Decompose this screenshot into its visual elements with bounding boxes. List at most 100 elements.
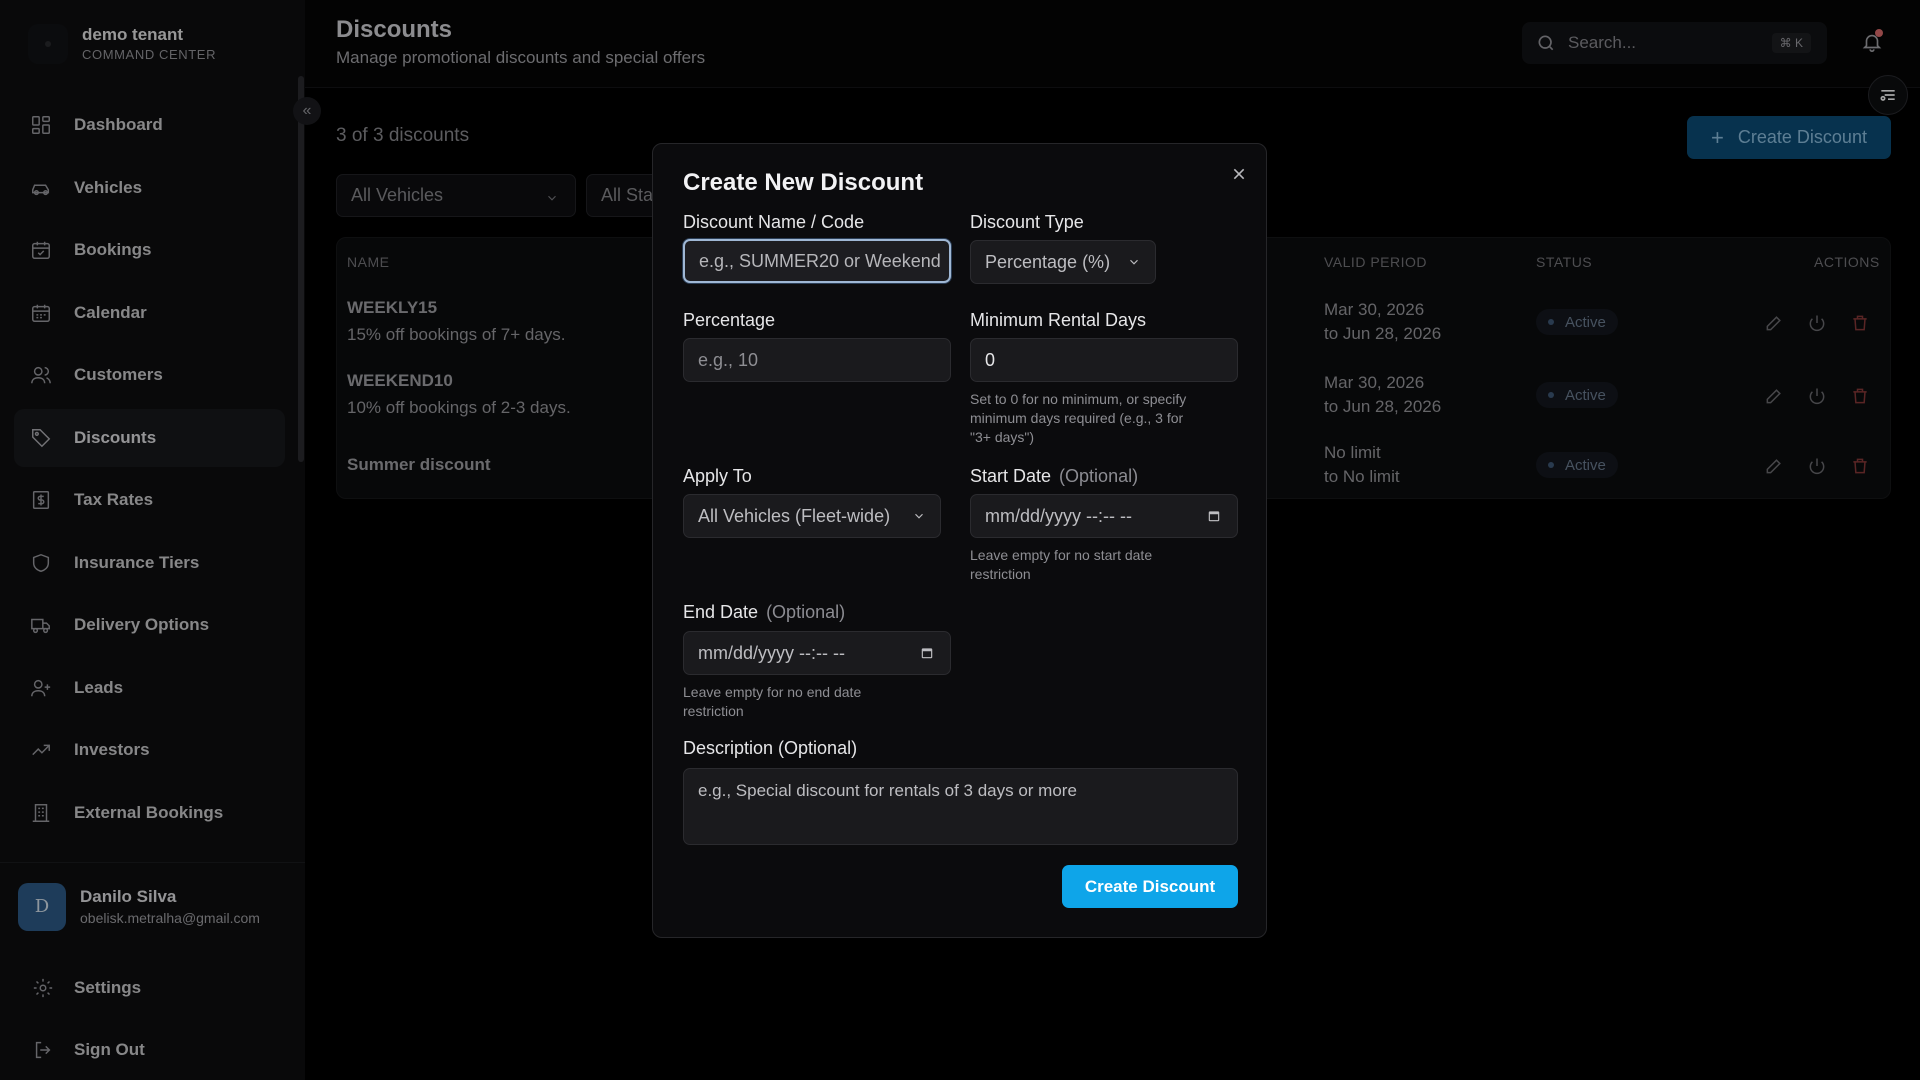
sign-out-label: Sign Out [74,1040,145,1059]
sidebar-item-calendar[interactable]: Calendar [14,284,285,342]
chevrons-left-icon: « [302,102,312,119]
car-icon [32,184,50,195]
sign-out-icon [35,1041,51,1059]
sidebar-item-label: Delivery Options [74,615,210,634]
status-badge: Active [1536,382,1618,408]
help-line: restriction [970,566,1031,582]
period-to: to Jun 28, 2026 [1324,324,1442,343]
discount-type-value: Percentage (%) [985,251,1111,272]
building-icon [32,803,50,822]
edit-icon[interactable] [1764,456,1784,476]
optional-text: (Optional) [1059,466,1139,486]
search-icon [1538,35,1554,51]
sidebar-item-label: Bookings [74,240,152,259]
discount-name-label: Discount Name / Code [683,212,865,232]
sidebar-item-vehicles[interactable]: Vehicles [14,159,285,217]
status-text: Active [1565,456,1606,474]
discount-description: 10% off bookings of 2-3 days. [347,398,571,417]
create-discount-submit-button[interactable]: Create Discount [1062,865,1238,908]
end-date-input[interactable]: mm/dd/yyyy --:-- -- [683,631,951,675]
discount-count: 3 of 3 discounts [336,125,470,146]
tag-icon [32,428,51,447]
truck-icon [31,618,50,634]
column-header-status: STATUS [1536,254,1593,270]
discount-name-input[interactable]: e.g., SUMMER20 or Weekend [683,239,951,283]
power-icon[interactable] [1807,456,1827,476]
period-from: No limit [1324,443,1381,462]
sidebar-item-customers[interactable]: Customers [14,346,285,404]
column-header-name: NAME [347,254,390,270]
column-header-actions: ACTIONS [1814,254,1880,270]
sidebar-item-label: Investors [74,740,150,759]
users-icon [31,366,51,384]
edit-icon[interactable] [1764,386,1784,406]
sidebar-item-delivery-options[interactable]: Delivery Options [14,596,285,654]
user-profile[interactable]: D Danilo Silva obelisk.metralha@gmail.co… [0,862,305,950]
description-textarea[interactable]: e.g., Special discount for rentals of 3 … [683,768,1238,845]
sidebar-item-bookings[interactable]: Bookings [14,221,285,279]
create-discount-label: Create Discount [1737,127,1867,147]
close-icon[interactable] [1231,166,1247,182]
calendar-icon [32,304,50,322]
sidebar-item-discounts[interactable]: Discounts [14,408,285,467]
calendar-icon[interactable] [1207,509,1221,523]
help-line: Set to 0 for no minimum, or specify [970,391,1187,407]
edit-icon[interactable] [1764,313,1784,333]
collapse-sidebar-button[interactable]: « [293,97,321,125]
brand-name: demo tenant [82,25,184,44]
user-name: Danilo Silva [80,886,177,906]
start-date-placeholder: mm/dd/yyyy --:-- -- [985,505,1132,526]
apply-to-value: All Vehicles (Fleet-wide) [698,505,891,526]
trash-icon[interactable] [1850,313,1870,333]
sidebar-item-label: Vehicles [74,177,143,197]
create-discount-button[interactable]: + Create Discount [1687,116,1891,159]
power-icon[interactable] [1807,313,1827,333]
apply-to-label: Apply To [683,466,752,486]
start-date-input[interactable]: mm/dd/yyyy --:-- -- [970,494,1238,538]
notification-badge [1875,29,1883,37]
plus-icon: + [1711,124,1724,150]
sidebar-item-insurance-tiers[interactable]: Insurance Tiers [14,534,285,592]
help-line: "3+ days") [970,429,1035,445]
sign-out-button[interactable]: Sign Out [14,1024,285,1076]
discount-type-select[interactable]: Percentage (%) [970,240,1156,284]
calendar-icon[interactable] [920,646,934,660]
sidebar-item-tax-rates[interactable]: Tax Rates [14,471,285,529]
sidebar-item-label: Dashboard [74,115,163,134]
sidebar-scrollbar[interactable] [298,76,304,462]
status-badge: Active [1536,309,1618,335]
discount-type-label: Discount Type [970,212,1084,232]
help-line: minimum days required (e.g., 3 for [970,410,1184,426]
trash-icon[interactable] [1850,456,1870,476]
description-label: Description (Optional) [683,738,858,758]
power-icon[interactable] [1807,386,1827,406]
chevron-down-icon [1130,259,1138,265]
search-input[interactable]: Search... ⌘ K [1522,22,1827,64]
period-to: to No limit [1324,467,1400,486]
period-from: Mar 30, 2026 [1324,300,1425,319]
apply-to-select[interactable]: All Vehicles (Fleet-wide) [683,494,941,538]
trash-icon[interactable] [1850,386,1870,406]
discount-name: Summer discount [347,455,491,474]
filter-lines-icon [1880,90,1895,101]
period-to: to Jun 28, 2026 [1324,397,1442,416]
optional-text: (Optional) [766,602,846,622]
sidebar-item-external-bookings[interactable]: External Bookings [14,784,285,842]
sidebar-item-leads[interactable]: Leads [14,659,285,717]
vehicle-filter-select[interactable]: All Vehicles [336,174,576,217]
period-from: Mar 30, 2026 [1324,373,1425,392]
gear-icon [33,978,53,998]
user-email: obelisk.metralha@gmail.com [80,909,260,926]
discount-name: WEEKLY15 [347,298,438,317]
sidebar-item-dashboard[interactable]: Dashboard [14,96,285,154]
status-text: Active [1565,386,1606,404]
filter-menu-button[interactable] [1868,75,1908,115]
min-rental-days-input[interactable]: 0 [970,338,1238,382]
settings-button[interactable]: Settings [14,962,285,1014]
percentage-input[interactable]: e.g., 10 [683,338,951,382]
start-date-label: Start Date (Optional) [970,466,1138,487]
sidebar-item-label: External Bookings [74,802,224,822]
sidebar-item-investors[interactable]: Investors [14,721,285,779]
search-placeholder: Search... [1568,33,1637,52]
brand-subtitle: COMMAND CENTER [82,47,217,62]
